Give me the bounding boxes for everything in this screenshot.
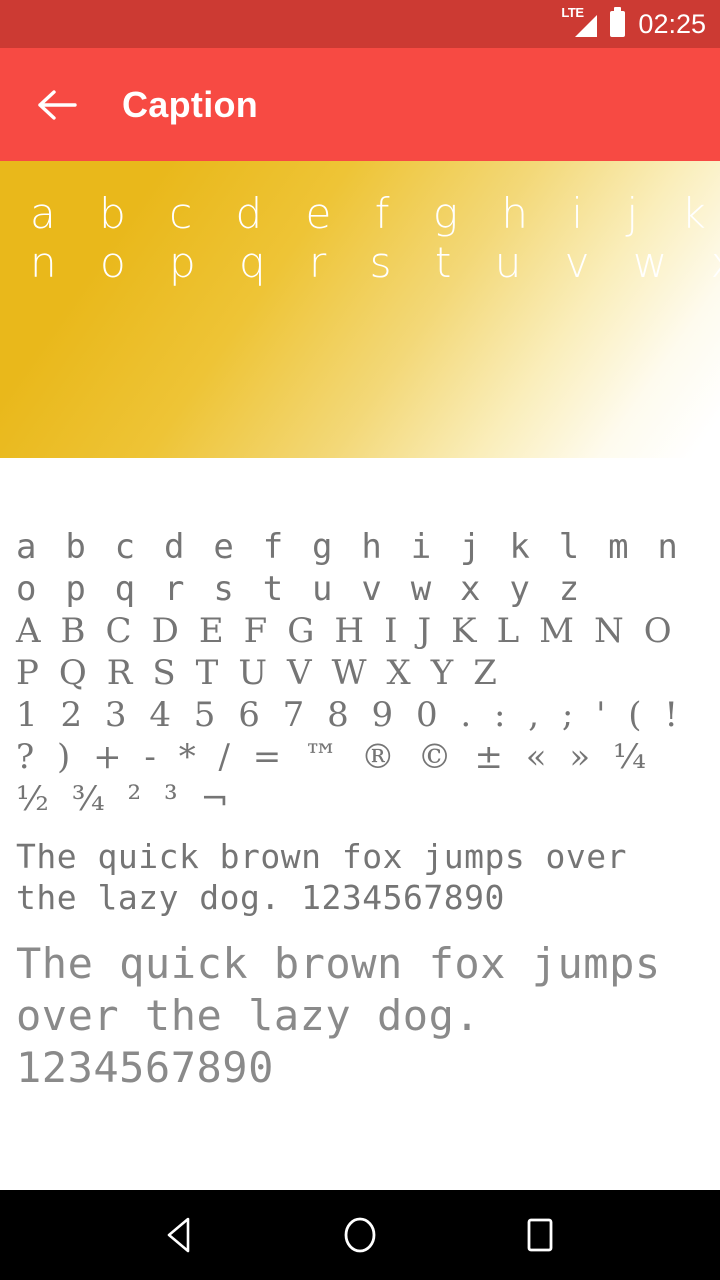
lowercase-glyph-row: a b c d e f g h i j k l m n o p q r s t … [16, 527, 682, 609]
battery-full-icon [610, 7, 626, 37]
status-icons: LTE 02:25 [561, 6, 706, 39]
page-title: Caption [122, 83, 259, 125]
signal-triangle-icon: LTE [561, 6, 598, 39]
back-button[interactable] [30, 78, 84, 132]
system-navigation-bar [0, 1190, 720, 1280]
nav-home-circle-icon [344, 1217, 376, 1253]
nav-back-button[interactable] [145, 1200, 215, 1270]
digits-symbols-row: 1 2 3 4 5 6 7 8 9 0 . : , ; ' ( ! ? ) + … [16, 695, 684, 819]
nav-recents-button[interactable] [505, 1200, 575, 1270]
phone-screen: LTE 02:25 Caption a b c d e f g h i j k … [0, 0, 720, 1280]
nav-back-triangle-icon [167, 1217, 190, 1253]
pangram-large-sample: The quick brown fox jumps over the lazy … [16, 939, 661, 1092]
app-bar: Caption [0, 48, 720, 161]
arrow-left-icon [38, 89, 77, 120]
uppercase-glyph-row: A B C D E F G H I J K L M N O P Q R S T … [16, 611, 676, 693]
signal-bars-glyph [575, 15, 598, 37]
preview-alphabet-line-1: a b c d e f g h i j k l m [30, 189, 720, 238]
nav-home-button[interactable] [325, 1200, 395, 1270]
font-sample-sheet: a b c d e f g h i j k l m n o p q r s t … [0, 458, 720, 1190]
status-clock: 02:25 [638, 8, 706, 39]
pangram-small-sample: The quick brown fox jumps over the lazy … [16, 837, 628, 917]
font-preview-banner[interactable]: a b c d e f g h i j k l m n o p q r s t … [0, 161, 720, 458]
preview-alphabet-line-2: n o p q r s t u v w x y z [30, 238, 720, 287]
status-bar: LTE 02:25 [0, 0, 720, 48]
nav-recents-square-icon [527, 1218, 553, 1252]
